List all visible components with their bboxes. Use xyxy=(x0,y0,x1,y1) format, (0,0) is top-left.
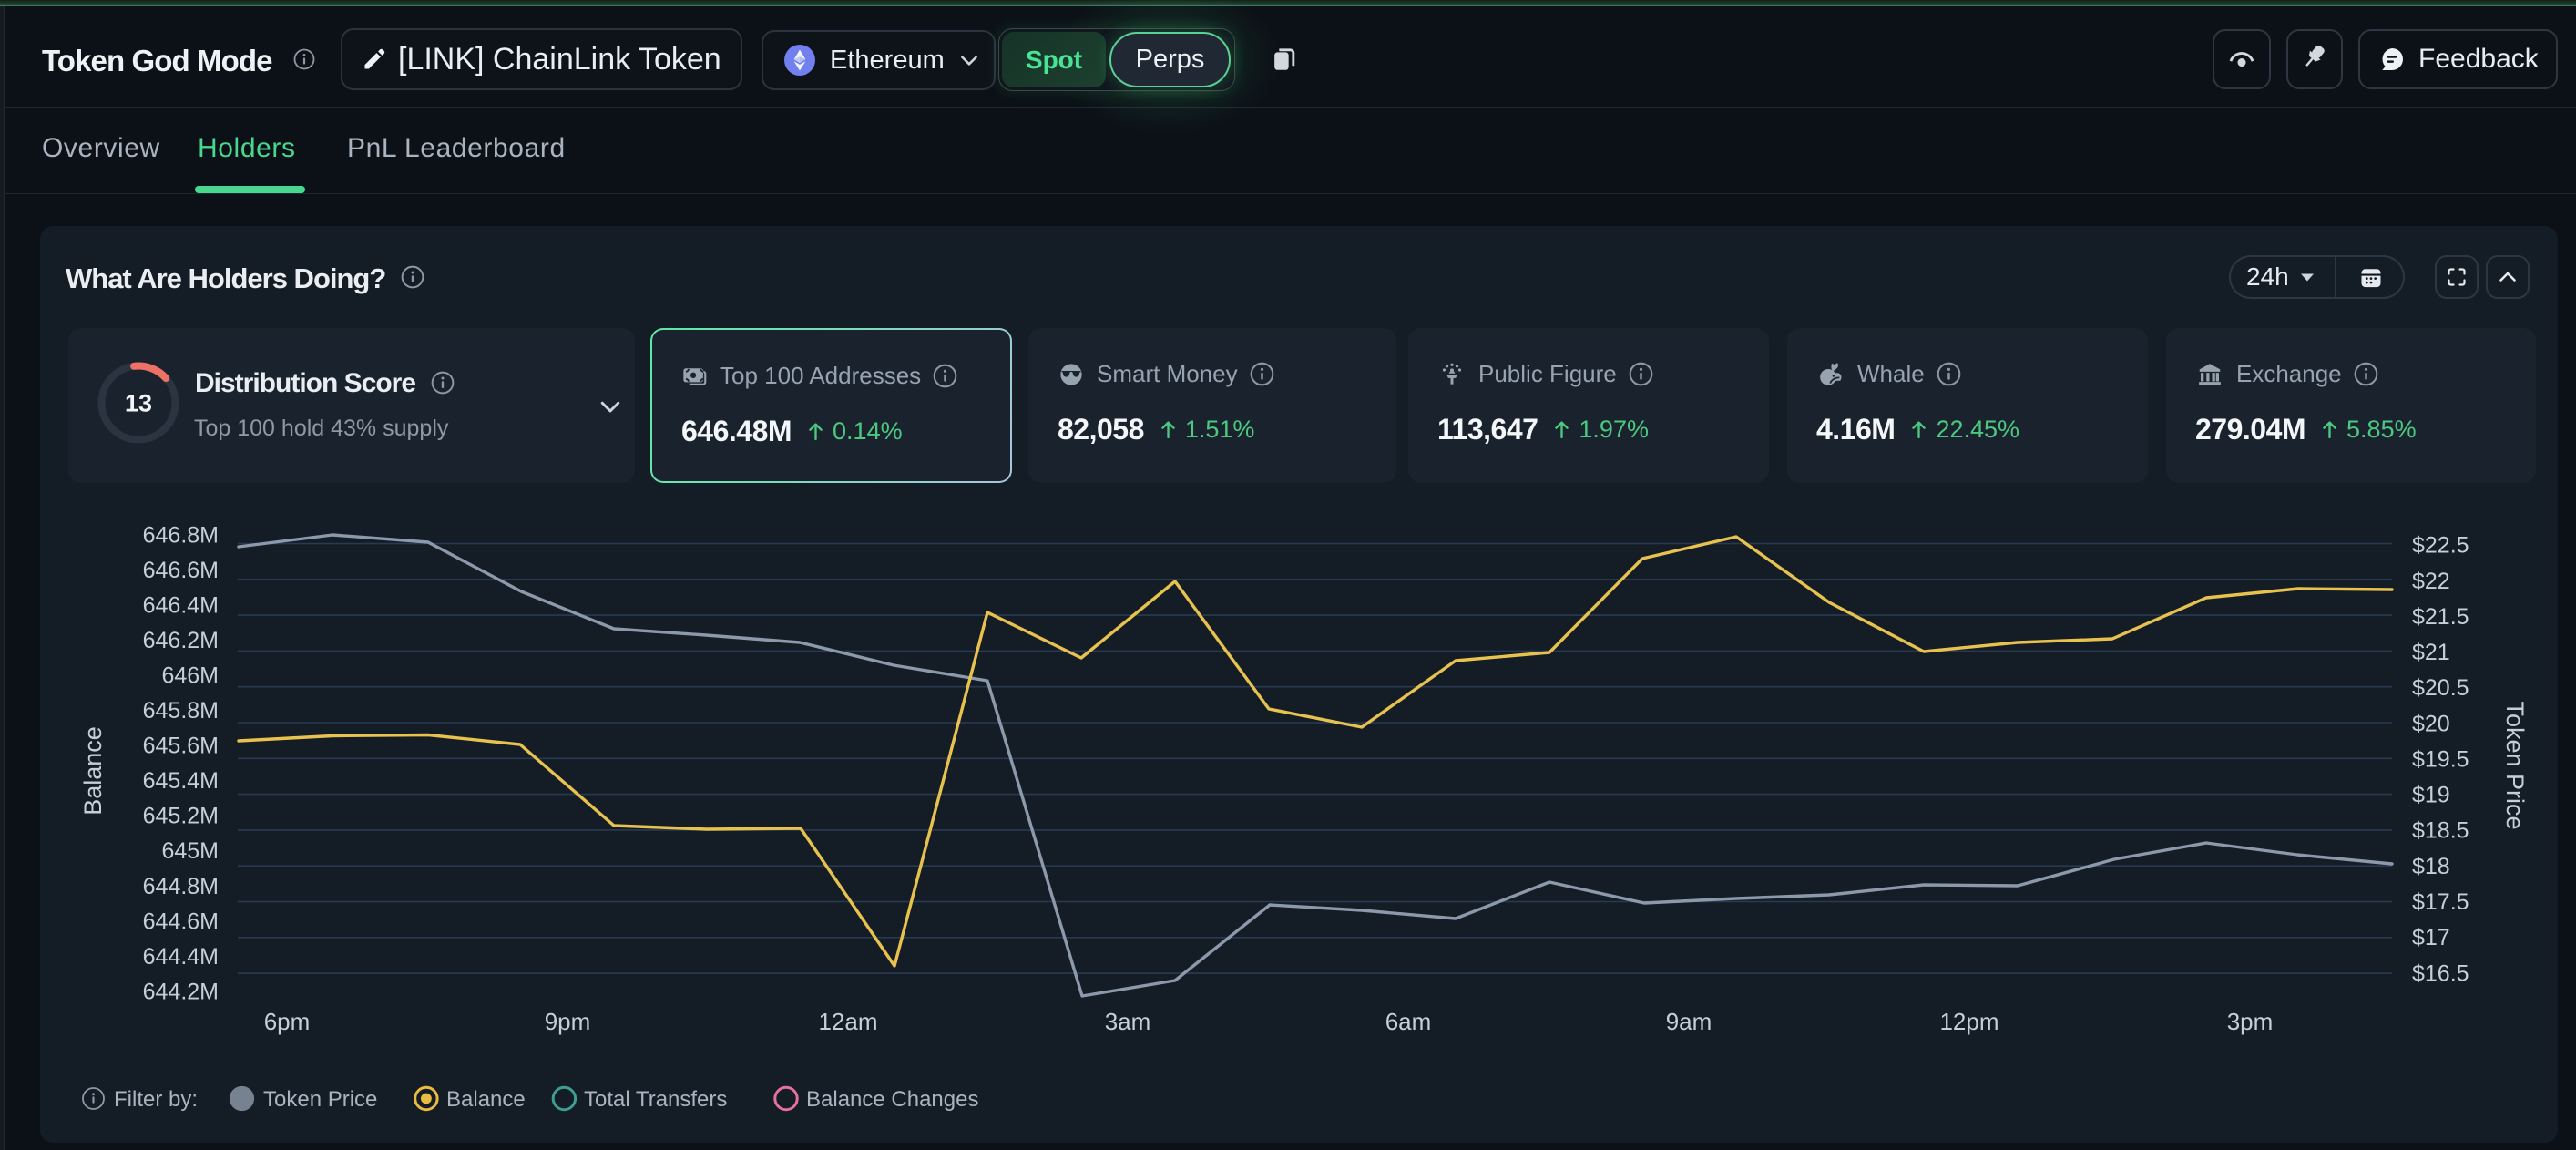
svg-text:$20: $20 xyxy=(2412,711,2450,736)
svg-text:646.6M: 646.6M xyxy=(143,558,219,583)
svg-text:Token Price: Token Price xyxy=(263,1087,377,1112)
svg-text:$19.5: $19.5 xyxy=(2412,747,2469,773)
svg-text:Balance: Balance xyxy=(446,1087,526,1112)
svg-text:$21.5: $21.5 xyxy=(2412,604,2469,630)
svg-text:645M: 645M xyxy=(161,838,219,864)
svg-text:Balance Changes: Balance Changes xyxy=(806,1087,978,1112)
svg-text:645.8M: 645.8M xyxy=(143,698,219,724)
svg-text:644.2M: 644.2M xyxy=(143,979,219,1004)
svg-text:$17: $17 xyxy=(2412,925,2450,950)
svg-text:$22: $22 xyxy=(2412,569,2450,594)
svg-text:3pm: 3pm xyxy=(2227,1008,2274,1035)
svg-text:9am: 9am xyxy=(1666,1008,1712,1035)
svg-text:6am: 6am xyxy=(1385,1008,1432,1035)
svg-text:$17.5: $17.5 xyxy=(2412,889,2469,915)
svg-text:646.4M: 646.4M xyxy=(143,592,219,618)
svg-text:644.4M: 644.4M xyxy=(143,944,219,970)
svg-text:$18: $18 xyxy=(2412,854,2450,879)
svg-text:644.8M: 644.8M xyxy=(143,874,219,899)
svg-text:645.4M: 645.4M xyxy=(143,768,219,794)
svg-text:$21: $21 xyxy=(2412,640,2450,665)
svg-text:$18.5: $18.5 xyxy=(2412,818,2469,844)
svg-text:12pm: 12pm xyxy=(1939,1008,1998,1035)
svg-text:646M: 646M xyxy=(161,663,219,689)
svg-text:$22.5: $22.5 xyxy=(2412,533,2469,559)
svg-text:Token Price: Token Price xyxy=(2501,701,2529,829)
svg-text:3am: 3am xyxy=(1105,1008,1151,1035)
svg-text:644.6M: 644.6M xyxy=(143,909,219,934)
svg-text:645.6M: 645.6M xyxy=(143,734,219,759)
svg-text:Total Transfers: Total Transfers xyxy=(584,1087,727,1112)
svg-text:6pm: 6pm xyxy=(264,1008,311,1035)
svg-text:Filter by:: Filter by: xyxy=(114,1087,198,1112)
svg-text:12am: 12am xyxy=(818,1008,877,1035)
svg-text:9pm: 9pm xyxy=(545,1008,591,1035)
svg-text:$20.5: $20.5 xyxy=(2412,675,2469,701)
svg-text:645.2M: 645.2M xyxy=(143,804,219,829)
svg-text:646.2M: 646.2M xyxy=(143,628,219,653)
svg-text:$19: $19 xyxy=(2412,783,2450,808)
svg-text:Balance: Balance xyxy=(79,726,107,816)
svg-text:646.8M: 646.8M xyxy=(143,522,219,548)
svg-text:$16.5: $16.5 xyxy=(2412,960,2469,986)
